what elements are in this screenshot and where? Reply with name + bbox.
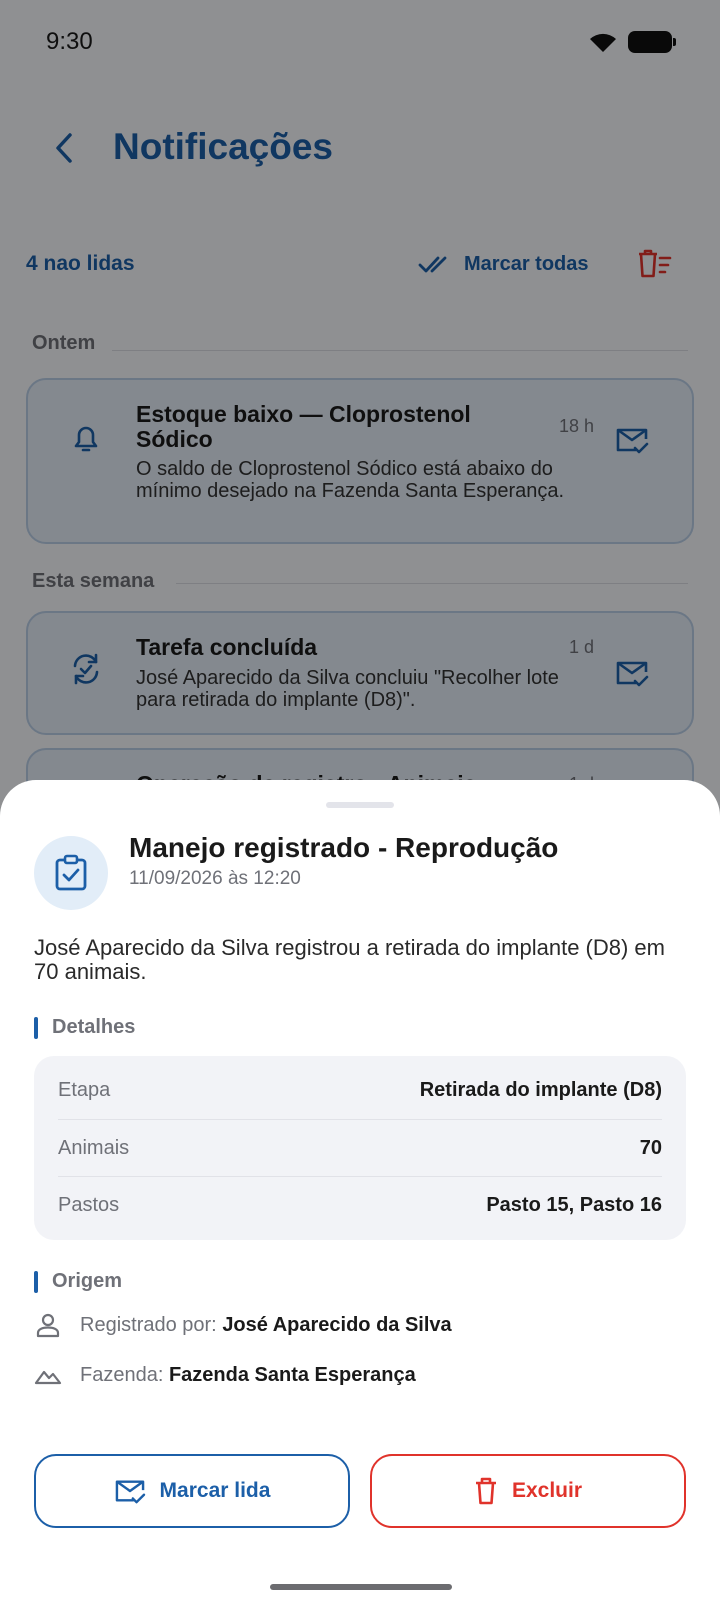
details-heading: Detalhes <box>34 1016 135 1039</box>
details-table: Etapa Retirada do implante (D8) Animais … <box>34 1056 686 1240</box>
drag-handle[interactable] <box>326 802 394 808</box>
farm-value: Fazenda Santa Esperança <box>168 1363 416 1386</box>
mark-read-label: Marcar lida <box>159 1479 271 1502</box>
detail-label: Animais <box>58 1136 130 1159</box>
origin-farm: Fazenda: Fazenda Santa Esperança <box>34 1361 416 1389</box>
home-indicator <box>270 1584 452 1590</box>
sheet-timestamp: 11/09/2026 às 12:20 <box>129 868 301 889</box>
terrain-icon <box>34 1361 62 1389</box>
detail-value: Retirada do implante (D8) <box>419 1079 662 1101</box>
origin-heading-label: Origem <box>52 1270 123 1292</box>
trash-icon <box>475 1477 496 1505</box>
origin-registered-by: Registrado por: José Aparecido da Silva <box>34 1311 452 1339</box>
sheet-message: José Aparecido da Silva registrou a reti… <box>34 935 665 984</box>
mail-check-icon <box>115 1480 145 1504</box>
delete-label: Excluir <box>511 1479 583 1502</box>
registered-by-value: José Aparecido da Silva <box>222 1313 452 1336</box>
person-icon <box>34 1311 62 1339</box>
detail-label: Pastos <box>58 1193 120 1216</box>
registered-by-label: Registrado por: <box>80 1313 217 1336</box>
heading-accent-bar <box>34 1270 38 1293</box>
heading-accent-bar <box>34 1016 38 1039</box>
clipboard-check-icon <box>55 854 87 891</box>
detail-value: 70 <box>639 1136 662 1159</box>
detail-row: Pastos Pasto 15, Pasto 16 <box>58 1176 662 1233</box>
origin-heading: Origem <box>34 1270 122 1293</box>
sheet-title: Manejo registrado - Reprodução <box>129 832 559 863</box>
detail-value: Pasto 15, Pasto 16 <box>486 1193 662 1216</box>
detail-row: Animais 70 <box>58 1119 662 1176</box>
details-heading-label: Detalhes <box>52 1016 136 1038</box>
delete-button[interactable]: Excluir <box>370 1454 686 1528</box>
farm-label: Fazenda: <box>80 1363 164 1386</box>
notifications-screen: 9:30 Notificações 4 nao lidas Marcar tod… <box>0 0 720 1606</box>
detail-label: Etapa <box>58 1079 111 1101</box>
notification-detail-sheet: Manejo registrado - Reprodução 11/09/202… <box>0 780 720 1606</box>
detail-row: Etapa Retirada do implante (D8) <box>58 1062 662 1119</box>
sheet-icon <box>34 836 108 910</box>
mark-read-button[interactable]: Marcar lida <box>34 1454 350 1528</box>
